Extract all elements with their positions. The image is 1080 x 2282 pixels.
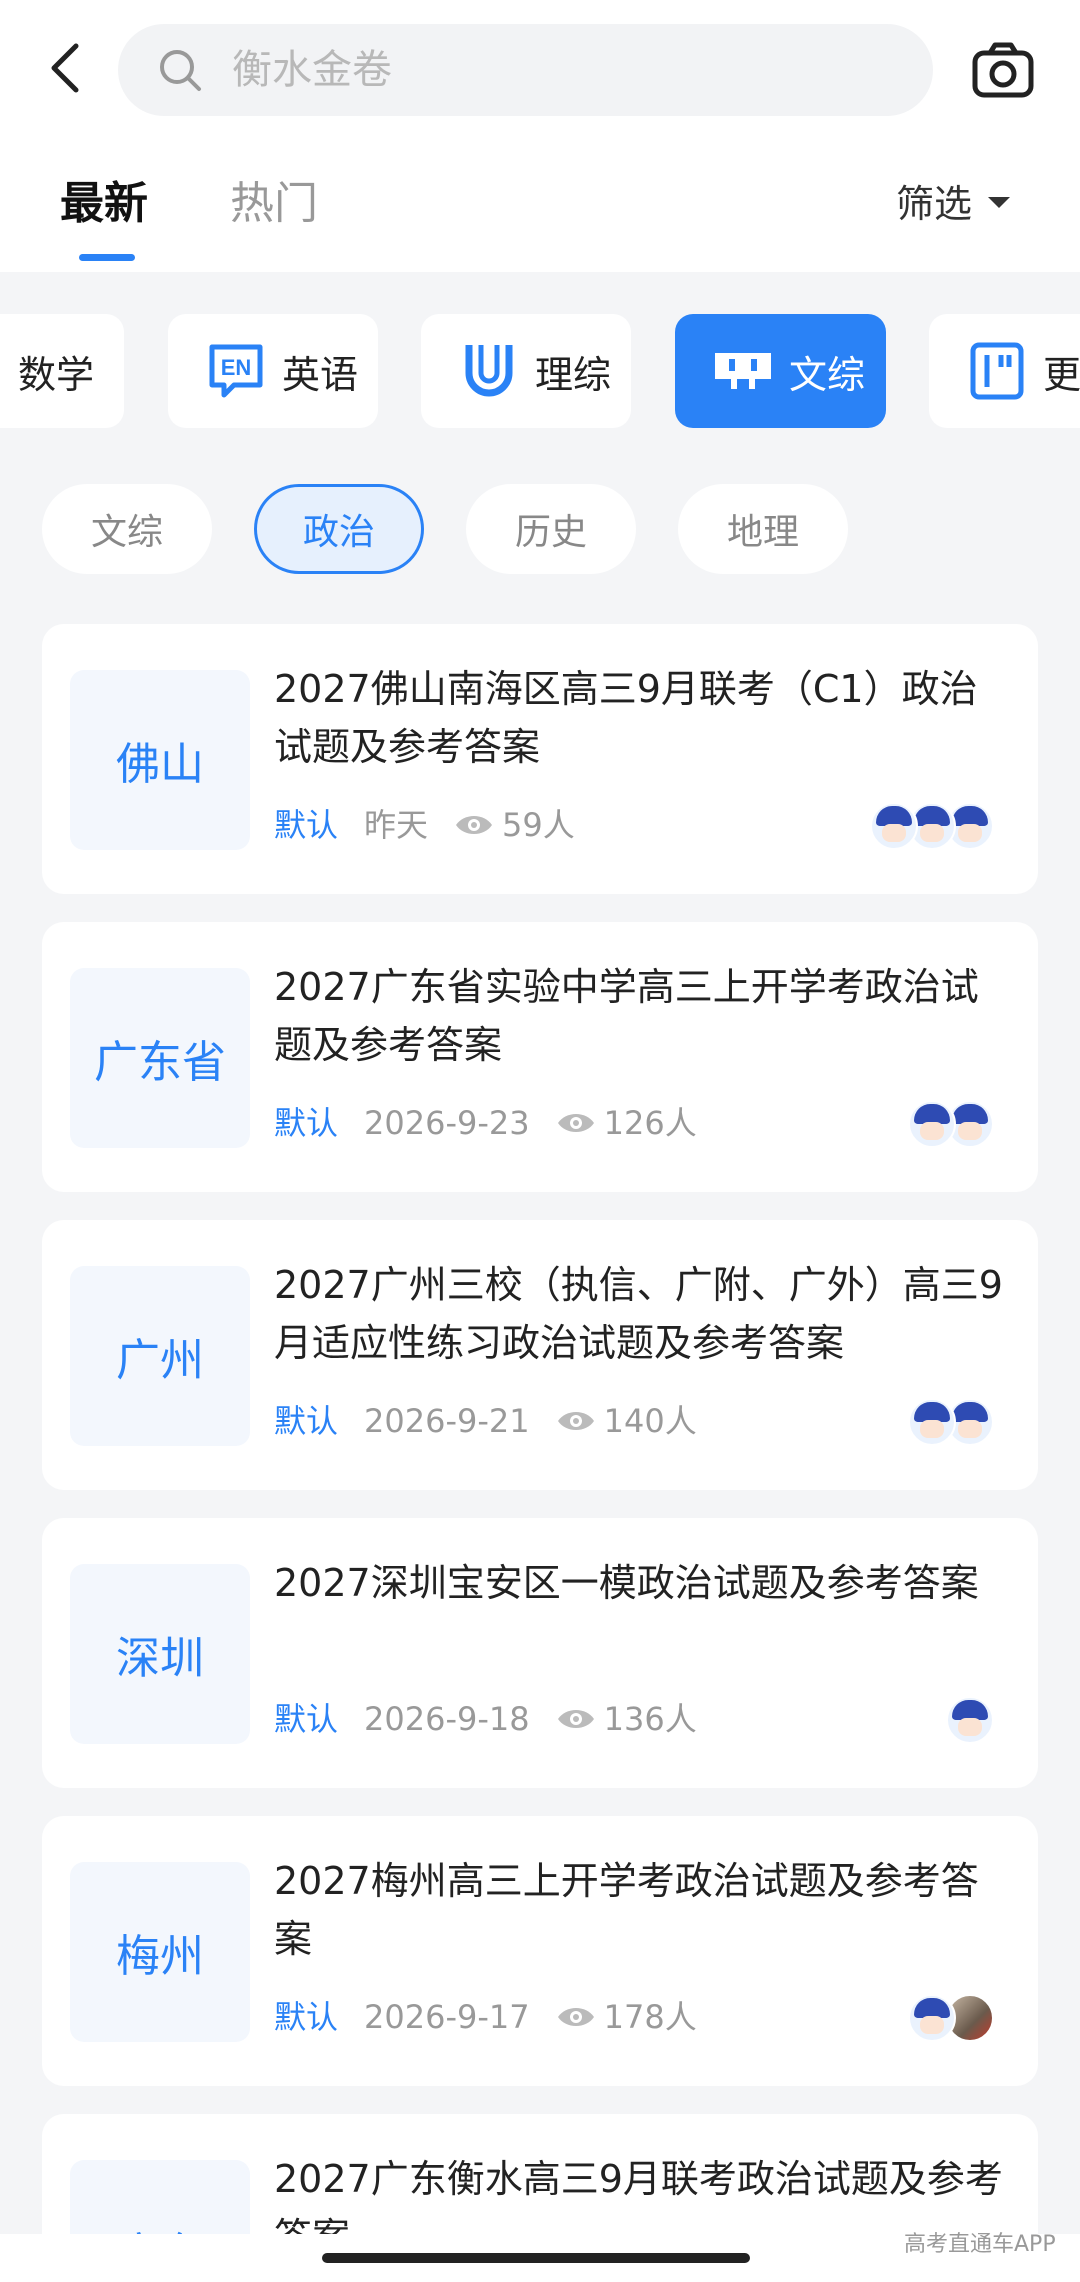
avatar [908, 1994, 956, 2042]
exam-card[interactable]: 梅州 2027梅州高三上开学考政治试题及参考答案默认 2026-9-17 178人 [42, 1816, 1038, 2086]
tab-popular[interactable]: 热门 [230, 172, 318, 236]
back-arrow-icon[interactable] [38, 38, 98, 98]
publish-date: 2026-9-17 [364, 1998, 530, 2036]
eye-icon [456, 816, 493, 834]
view-count: 126人 [603, 1104, 697, 1142]
top-bar: 衡水金卷 最新 热门 筛选 [0, 0, 1080, 272]
eye-icon [557, 1114, 594, 1132]
avatar [870, 802, 918, 850]
subject-label: 英语 [282, 352, 359, 397]
view-count: 136人 [603, 1700, 697, 1738]
filter-label: 筛选 [896, 182, 973, 226]
more-icon [970, 342, 1024, 400]
sort-tag: 默认 [274, 1402, 339, 1440]
subject-label: 更多 [1043, 352, 1080, 397]
publish-date: 昨天 [364, 806, 429, 844]
filter-button[interactable]: 筛选 [896, 176, 1011, 232]
region-badge: 深圳 [70, 1564, 250, 1744]
exam-title: 2027广东省实验中学高三上开学考政治试题及参考答案 [274, 965, 979, 1067]
publish-date: 2026-9-18 [364, 1700, 530, 1738]
exam-title: 2027广州三校（执信、广附、广外）高三9月适应性练习政治试题及参考答案 [274, 1263, 1003, 1365]
exam-title: 2027深圳宝安区一模政治试题及参考答案 [274, 1561, 979, 1605]
search-icon [160, 50, 201, 91]
search-input[interactable]: 衡水金卷 [118, 24, 933, 116]
sort-tag: 默认 [274, 806, 339, 844]
exam-meta: 默认 昨天 59人 [274, 800, 575, 850]
chip-history[interactable]: 历史 [466, 484, 636, 574]
region-badge: 广州 [70, 1266, 250, 1446]
caret-down-icon [988, 197, 1011, 208]
viewer-avatars [908, 1398, 994, 1446]
publish-date: 2026-9-21 [364, 1402, 530, 1440]
subject-math[interactable]: 数学 [0, 314, 124, 428]
exam-title: 2027佛山南海区高三9月联考（C1）政治试题及参考答案 [274, 667, 978, 769]
viewer-avatars [946, 1696, 994, 1744]
eye-icon [557, 2008, 594, 2026]
avatar [946, 1696, 994, 1744]
exam-card[interactable]: 广州 2027广州三校（执信、广附、广外）高三9月适应性练习政治试题及参考答案默认… [42, 1220, 1038, 1490]
subject-english[interactable]: EN 英语 [168, 314, 378, 428]
view-count: 59人 [502, 806, 575, 844]
exam-title: 2027梅州高三上开学考政治试题及参考答案 [274, 1859, 979, 1961]
chip-liberal-arts[interactable]: 文综 [42, 484, 212, 574]
subject-label: 文综 [789, 352, 866, 397]
math-icon [0, 339, 4, 403]
avatar [908, 1100, 956, 1148]
subject-label: 理综 [535, 352, 612, 397]
magnet-icon [465, 345, 513, 397]
subject-scroller[interactable]: 数学 EN 英语 理综 文综 更多 [0, 314, 1080, 428]
sort-tag: 默认 [274, 1104, 339, 1142]
app-watermark: 高考直通车APP [904, 2232, 1056, 2257]
viewer-avatars [908, 1994, 994, 2042]
exam-meta: 默认 2026-9-18 136人 [274, 1694, 697, 1744]
sort-tag: 默认 [274, 1998, 339, 2036]
eye-icon [557, 1710, 594, 1728]
search-placeholder: 衡水金卷 [232, 47, 392, 93]
en-icon: EN [209, 344, 263, 398]
svg-text:EN: EN [221, 355, 252, 380]
subject-science[interactable]: 理综 [421, 314, 631, 428]
exam-card[interactable]: 深圳 2027深圳宝安区一模政治试题及参考答案默认 2026-9-18 136人 [42, 1518, 1038, 1788]
exam-card[interactable]: 佛山 2027佛山南海区高三9月联考（C1）政治试题及参考答案默认 昨天 59人 [42, 624, 1038, 894]
tab-latest[interactable]: 最新 [60, 172, 148, 236]
viewer-avatars [908, 1100, 994, 1148]
camera-icon[interactable] [970, 38, 1036, 104]
view-count: 178人 [603, 1998, 697, 2036]
exam-meta: 默认 2026-9-23 126人 [274, 1098, 697, 1148]
region-badge: 佛山 [70, 670, 250, 850]
subject-more[interactable]: 更多 [929, 314, 1080, 428]
exam-card[interactable]: 广东省 2027广东省实验中学高三上开学考政治试题及参考答案默认 2026-9-23… [42, 922, 1038, 1192]
region-badge: 广东省 [70, 968, 250, 1148]
exam-meta: 默认 2026-9-17 178人 [274, 1992, 697, 2042]
region-badge: 梅州 [70, 1862, 250, 2042]
exam-meta: 默认 2026-9-21 140人 [274, 1396, 697, 1446]
viewer-avatars [870, 802, 994, 850]
liberal-arts-icon [715, 353, 771, 389]
home-indicator[interactable] [322, 2253, 750, 2263]
chip-politics[interactable]: 政治 [254, 484, 424, 574]
publish-date: 2026-9-23 [364, 1104, 530, 1142]
sort-tag: 默认 [274, 1700, 339, 1738]
chip-geography[interactable]: 地理 [678, 484, 848, 574]
view-count: 140人 [603, 1402, 697, 1440]
subject-label: 数学 [18, 352, 95, 397]
avatar [908, 1398, 956, 1446]
eye-icon [557, 1412, 594, 1430]
subject-liberal-arts[interactable]: 文综 [675, 314, 886, 428]
active-tab-indicator [79, 254, 135, 261]
